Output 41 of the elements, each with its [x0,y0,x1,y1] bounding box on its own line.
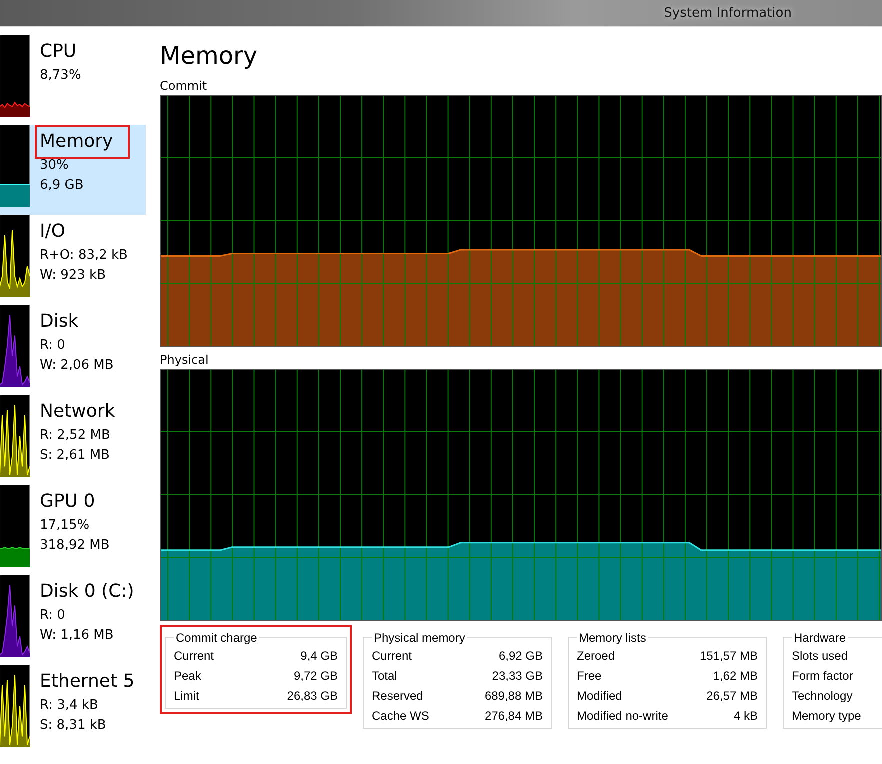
stat-label: Limit [174,688,200,705]
stat-label: Current [372,648,412,665]
stat-label: Zeroed [577,648,616,665]
sidebar-item[interactable]: GPU 0 17,15% 318,92 MB [0,485,146,575]
panel-title: Memory lists [577,630,648,646]
stat-label: Slots used [792,648,848,665]
stat-label: Free [577,668,602,685]
stat-value: 151,57 MB [700,648,758,665]
stat-value: 689,88 MB [484,688,543,705]
stat-value: 9,4 GB [300,648,338,665]
page-heading: Memory [160,41,259,72]
stat-label: Reserved [372,688,424,705]
stat-label: Technology [792,688,853,705]
stat-label: Cache WS [372,708,430,725]
stat-value: 23,33 GB [492,668,543,685]
stat-label: Form factor [792,668,854,685]
stat-value: 1,62 MB [713,668,758,685]
sidebar-item[interactable]: Ethernet 5 R: 3,4 kB S: 8,31 kB [0,665,146,755]
sidebar-item[interactable]: Network R: 2,52 MB S: 2,61 MB [0,395,146,485]
stat-value: 4 kB [734,708,758,725]
stat-label: Modified no-write [577,708,668,725]
window-title: System Information [664,6,792,20]
sidebar-item[interactable]: CPU 8,73% [0,35,146,125]
stat-value: 26,83 GB [287,688,338,705]
panel-title: Physical memory [372,630,468,646]
sidebar-item[interactable]: Memory 30% 6,9 GB [0,125,146,215]
stat-value: 6,92 GB [498,648,543,665]
stat-label: Total [372,668,398,685]
sidebar-item[interactable]: I/O R+O: 83,2 kB W: 923 kB [0,215,146,305]
stat-value: 26,57 MB [706,688,758,705]
graph-label: Commit [160,78,208,95]
graph-label: Physical [160,352,210,369]
sidebar-item[interactable]: Disk 0 (C:) R: 0 W: 1,16 MB [0,575,146,665]
panel-title: Commit charge [174,630,260,646]
stat-label: Modified [577,688,622,705]
stat-value: 276,84 MB [484,708,543,725]
stat-label: Memory type [792,708,862,725]
stat-label: Peak [174,668,202,685]
sidebar-item[interactable]: Disk R: 0 W: 2,06 MB [0,305,146,395]
stat-label: Current [174,648,214,665]
stat-value: 9,72 GB [294,668,338,685]
